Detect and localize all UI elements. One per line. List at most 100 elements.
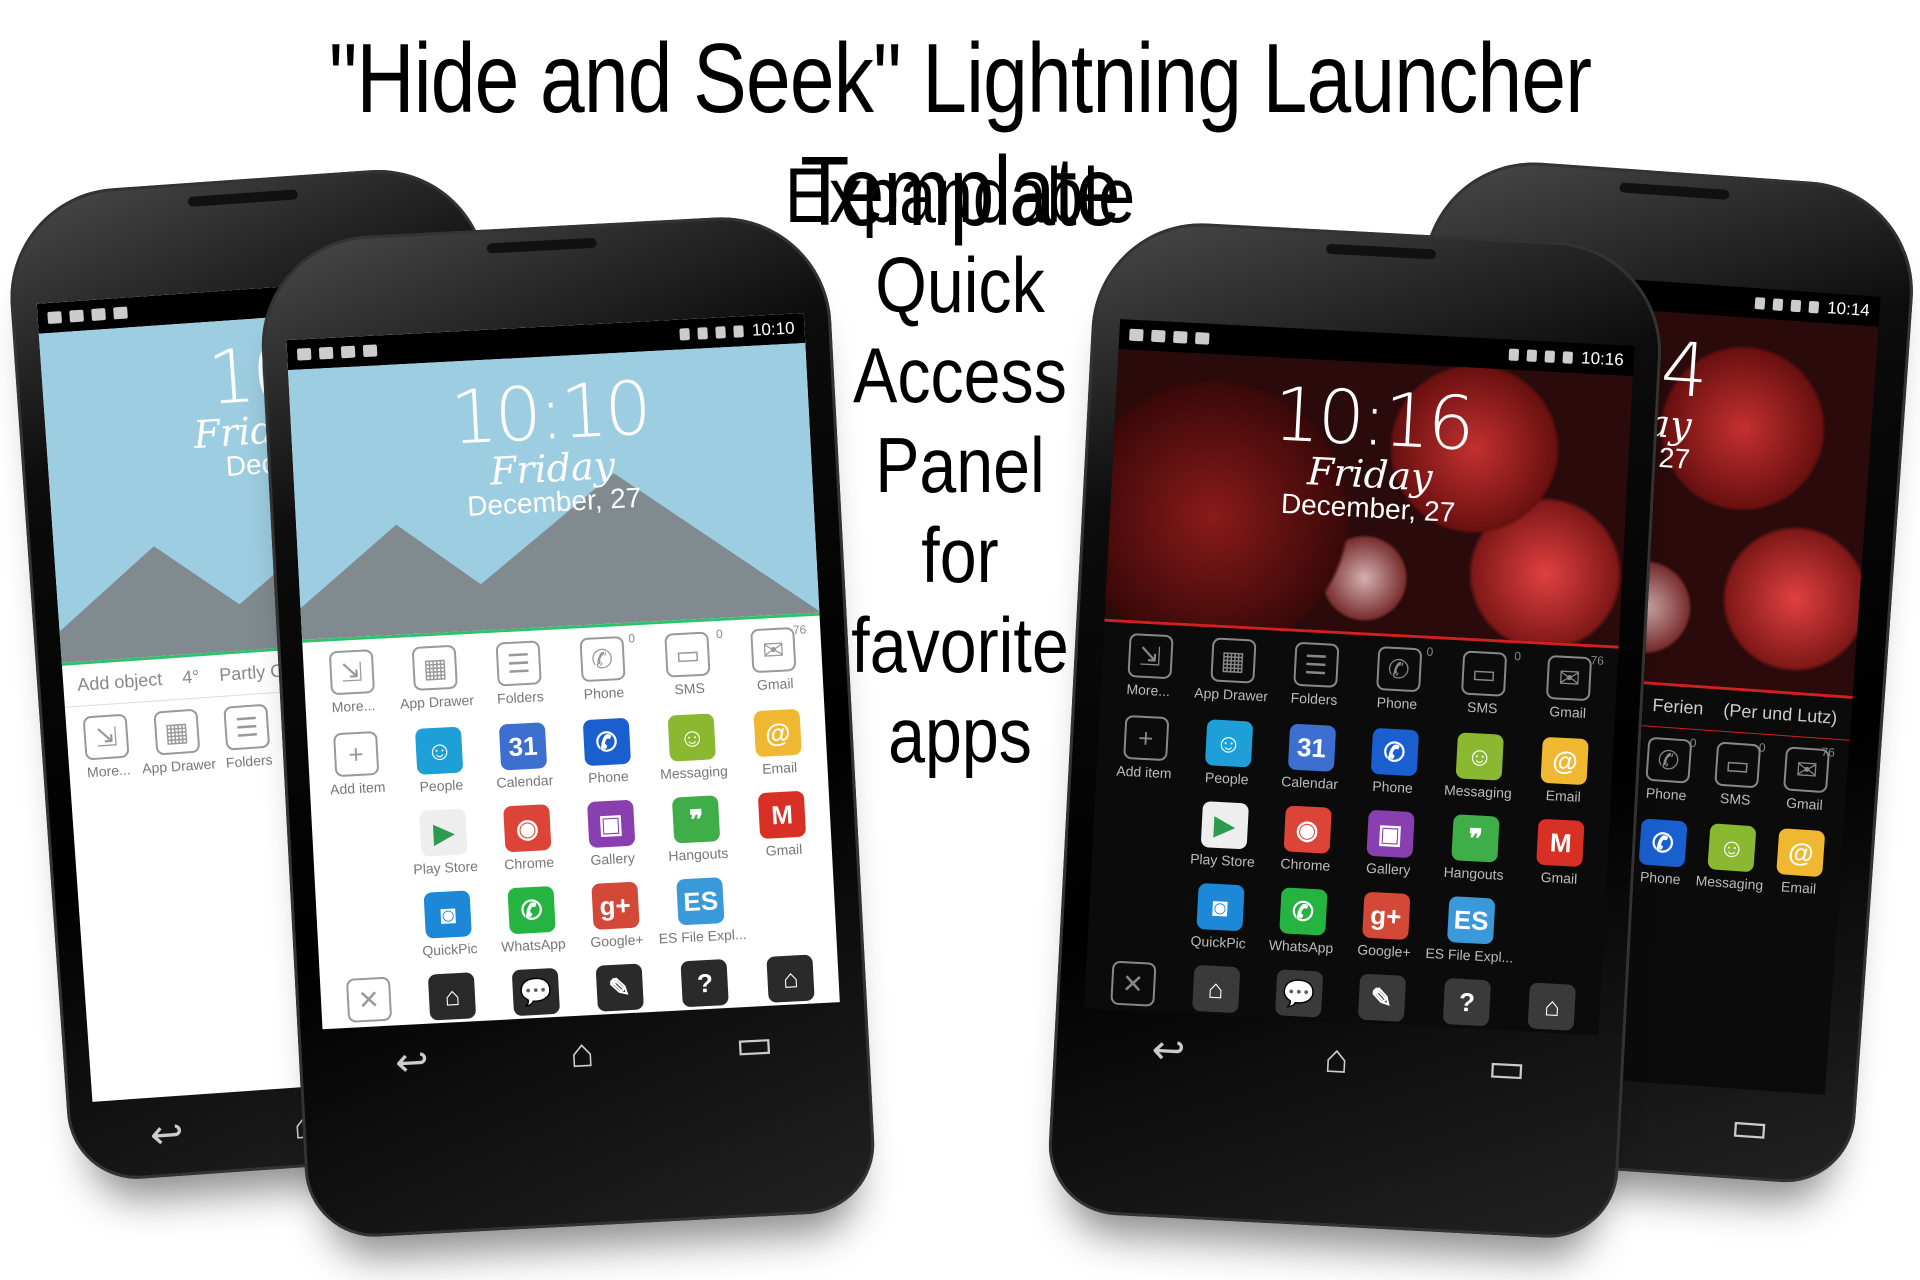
app-label: Restart LL bbox=[1518, 1032, 1583, 1035]
app-label: Google+ bbox=[589, 931, 644, 951]
app-gallery[interactable]: ▣ Gallery bbox=[568, 799, 655, 875]
home-icon[interactable]: ⌂ bbox=[569, 1031, 595, 1077]
quick-access-panel: ⇲ More... ▦ App Drawer ☰ Folders ✆ Phone 0 ▭ SMS 0 ✉… bbox=[302, 612, 840, 1030]
app-label: Gallery bbox=[1365, 859, 1411, 879]
app-email[interactable]: @ Email bbox=[1763, 827, 1837, 904]
app-label: Add item bbox=[329, 778, 386, 798]
app-label: People bbox=[1204, 769, 1249, 788]
app-phone[interactable]: ✆ Phone bbox=[1350, 727, 1437, 803]
app-whatsapp[interactable]: ✆ WhatsApp bbox=[1259, 886, 1346, 962]
app-email[interactable]: @ Email bbox=[1521, 736, 1608, 812]
app-es-file-expl[interactable]: ES ES File Expl... bbox=[1425, 895, 1517, 972]
app-add-item[interactable]: +Add item bbox=[313, 730, 400, 806]
phone-screen: 10:10 10:10 Friday December, 27 ⇲ More... ▦ App… bbox=[286, 313, 840, 1030]
app-google[interactable]: g+ Google+ bbox=[1342, 891, 1429, 967]
speaker-grille bbox=[1619, 182, 1730, 200]
back-icon[interactable]: ↩ bbox=[1151, 1027, 1187, 1075]
app-label: QuickPic bbox=[1190, 932, 1247, 952]
app-ll-templat[interactable]: ✎ LL Templat... bbox=[1338, 973, 1425, 1035]
app-messaging[interactable]: ☺ Messaging bbox=[647, 712, 739, 789]
back-icon[interactable]: ↩ bbox=[148, 1111, 186, 1159]
ll-settings-icon: ⌂ bbox=[428, 972, 477, 1021]
app-phone[interactable]: ✆ Phone bbox=[564, 717, 651, 793]
app-people[interactable]: ☺People bbox=[1185, 718, 1272, 794]
app-folders[interactable]: ☰ Folders bbox=[476, 639, 563, 715]
app-grid: ⇲ More... ▦ App Drawer ☰ Folders ✆ Phone 0 ▭ SMS 0 ✉… bbox=[302, 616, 840, 1029]
app-close[interactable]: ✕ Close bbox=[326, 976, 413, 1029]
app-gmail[interactable]: M Gmail bbox=[739, 790, 826, 866]
app-ll-settings[interactable]: ⌂LL Settings bbox=[409, 971, 496, 1029]
phone-screen: 10:16 10:16 Friday December, 27 ⇲ More... ▦ App… bbox=[1084, 319, 1635, 1036]
app-email[interactable]: @ Email bbox=[735, 708, 822, 784]
app-calendar[interactable]: 31Calendar bbox=[1268, 723, 1355, 799]
app-messaging[interactable]: ☺ Messaging bbox=[1694, 822, 1768, 899]
app-gmail[interactable]: M Gmail bbox=[1517, 818, 1604, 894]
folders-icon: ☰ bbox=[1292, 641, 1339, 688]
recents-icon[interactable]: ▭ bbox=[734, 1021, 774, 1069]
app-quickpic[interactable]: ◙ QuickPic bbox=[405, 889, 492, 965]
app-sms[interactable]: ▭ SMS 0 bbox=[1700, 740, 1774, 818]
recents-icon[interactable]: ▭ bbox=[1729, 1103, 1770, 1152]
app-messaging[interactable]: ☺ Messaging bbox=[1433, 731, 1525, 808]
app-more[interactable]: ⇲ More... bbox=[1106, 632, 1193, 708]
app-app-drawer[interactable]: ▦ App Drawer bbox=[1189, 636, 1276, 712]
app-app-drawer[interactable]: ▦ App Drawer bbox=[392, 644, 479, 720]
ll-template-icon: ✎ bbox=[595, 963, 644, 1012]
app-google[interactable]: g+ Google+ bbox=[572, 881, 659, 957]
app-play-store[interactable]: ▶ Play Store bbox=[1180, 800, 1267, 876]
quickpic-icon: ◙ bbox=[423, 890, 473, 939]
app-quickpic[interactable]: ◙ QuickPic bbox=[1176, 882, 1263, 958]
app-restart-ll[interactable]: ⌂Restart LL bbox=[1508, 982, 1595, 1035]
app-people[interactable]: ☺People bbox=[397, 726, 484, 802]
app-sms[interactable]: ▭ SMS 0 bbox=[643, 627, 735, 707]
app-label: Phone bbox=[583, 683, 625, 703]
phone-outline-icon: ✆ bbox=[579, 635, 626, 683]
back-icon[interactable]: ↩ bbox=[394, 1039, 430, 1087]
app-phone[interactable]: ✆ Phone 0 bbox=[559, 631, 646, 711]
mail-outline-icon: ✉ bbox=[1546, 654, 1593, 702]
app-whatsapp[interactable]: ✆ WhatsApp bbox=[489, 885, 576, 961]
app-gallery[interactable]: ▣ Gallery bbox=[1346, 809, 1433, 885]
phone-outline-icon: ✆ bbox=[1645, 736, 1692, 784]
more-icon: ⇲ bbox=[328, 649, 375, 696]
hangouts-icon: ❞ bbox=[672, 795, 721, 844]
google-plus-icon: g+ bbox=[590, 881, 640, 930]
app-ll-tutorials[interactable]: ?LL Tutorials bbox=[1420, 977, 1512, 1035]
recents-icon[interactable]: ▭ bbox=[1487, 1044, 1527, 1092]
messaging-icon: ☺ bbox=[668, 713, 717, 762]
es-file-explorer-icon: ES bbox=[1447, 896, 1496, 945]
wifi-icon bbox=[697, 327, 709, 340]
app-ll-language[interactable]: 💬 LL Language bbox=[493, 967, 580, 1029]
app-add-item[interactable]: +Add item bbox=[1102, 714, 1189, 790]
app-gmail[interactable]: ✉ Gmail 76 bbox=[731, 622, 818, 702]
app-folders[interactable]: ☰ Folders bbox=[212, 703, 284, 779]
empty-cell bbox=[317, 812, 404, 888]
app-play-store[interactable]: ▶ Play Store bbox=[401, 807, 488, 883]
app-more[interactable]: ⇲ More... bbox=[309, 648, 396, 724]
app-phone[interactable]: ✆ Phone 0 bbox=[1630, 736, 1704, 813]
app-label: Play Store bbox=[1189, 850, 1256, 870]
app-app-drawer[interactable]: ▦ App Drawer bbox=[138, 708, 217, 785]
app-label: Google+ bbox=[1356, 941, 1412, 961]
app-chrome[interactable]: ◉ Chrome bbox=[484, 803, 571, 879]
app-more[interactable]: ⇲ More... bbox=[72, 713, 144, 789]
widget-event: Ferien bbox=[1651, 694, 1705, 719]
app-gmail[interactable]: ✉ Gmail 76 bbox=[1525, 653, 1612, 730]
app-phone[interactable]: ✆ Phone 0 bbox=[1355, 645, 1442, 721]
home-icon[interactable]: ⌂ bbox=[1323, 1036, 1349, 1082]
app-sms[interactable]: ▭ SMS 0 bbox=[1438, 649, 1530, 726]
battery-saver-icon bbox=[113, 306, 128, 320]
widget-add-label[interactable]: Add object bbox=[77, 669, 163, 696]
app-gmail[interactable]: ✉ Gmail 76 bbox=[1769, 745, 1843, 822]
app-label: Chrome bbox=[503, 853, 555, 873]
alarm-icon bbox=[1754, 297, 1766, 310]
app-label: App Drawer bbox=[141, 755, 217, 777]
app-folders[interactable]: ☰ Folders bbox=[1272, 641, 1359, 717]
app-calendar[interactable]: 31Calendar bbox=[480, 721, 567, 797]
app-chrome[interactable]: ◉ Chrome bbox=[1263, 804, 1350, 880]
app-drawer-icon: ▦ bbox=[1209, 637, 1257, 684]
app-es-file-expl[interactable]: ES ES File Expl... bbox=[656, 876, 748, 953]
app-hangouts[interactable]: ❞ Hangouts bbox=[1429, 813, 1521, 890]
app-hangouts[interactable]: ❞ Hangouts bbox=[651, 794, 743, 871]
